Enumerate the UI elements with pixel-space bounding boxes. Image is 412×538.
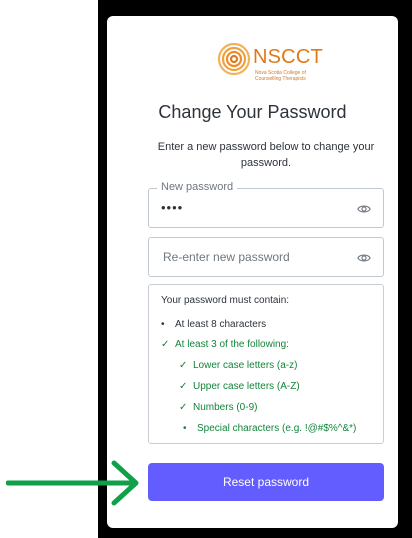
new-password-field[interactable]: New password •••• bbox=[148, 181, 384, 228]
eye-icon[interactable] bbox=[357, 251, 371, 265]
reset-password-button[interactable]: Reset password bbox=[148, 463, 384, 501]
requirement-item: • At least 8 characters bbox=[161, 319, 267, 330]
requirement-item: ✓ Numbers (0-9) bbox=[179, 402, 258, 413]
password-requirements: Your password must contain: • At least 8 … bbox=[148, 284, 384, 444]
requirement-item: • Special characters (e.g. !@#$%^&*) bbox=[183, 423, 357, 434]
logo-name: NSCCT bbox=[253, 46, 323, 68]
check-icon: ✓ bbox=[161, 339, 170, 350]
check-icon: ✓ bbox=[179, 402, 188, 413]
requirements-header: Your password must contain: bbox=[161, 295, 290, 306]
new-password-value[interactable]: •••• bbox=[161, 200, 183, 215]
nscct-logo: NSCCT Nova Scotia College of Counselling… bbox=[217, 42, 327, 82]
check-icon: ✓ bbox=[179, 381, 188, 392]
green-arrow-icon bbox=[6, 460, 139, 506]
requirement-item: ✓ Upper case letters (A-Z) bbox=[179, 381, 300, 392]
bullet-icon: • bbox=[161, 319, 165, 330]
check-icon: ✓ bbox=[179, 360, 188, 371]
requirement-item: ✓ Lower case letters (a-z) bbox=[179, 360, 298, 371]
bullet-icon: • bbox=[183, 423, 187, 434]
page-subtitle: Enter a new password below to change you… bbox=[157, 141, 375, 169]
page-title: Change Your Password bbox=[158, 102, 347, 122]
logo-subtitle: Nova Scotia College of Counselling Thera… bbox=[255, 70, 306, 82]
reenter-password-placeholder: Re-enter new password bbox=[163, 250, 290, 264]
reenter-password-field[interactable]: Re-enter new password bbox=[148, 237, 384, 277]
eye-icon[interactable] bbox=[357, 202, 371, 216]
spiral-logo-icon bbox=[217, 42, 251, 76]
requirement-item: ✓ At least 3 of the following: bbox=[161, 339, 289, 350]
new-password-label: New password bbox=[157, 181, 238, 193]
